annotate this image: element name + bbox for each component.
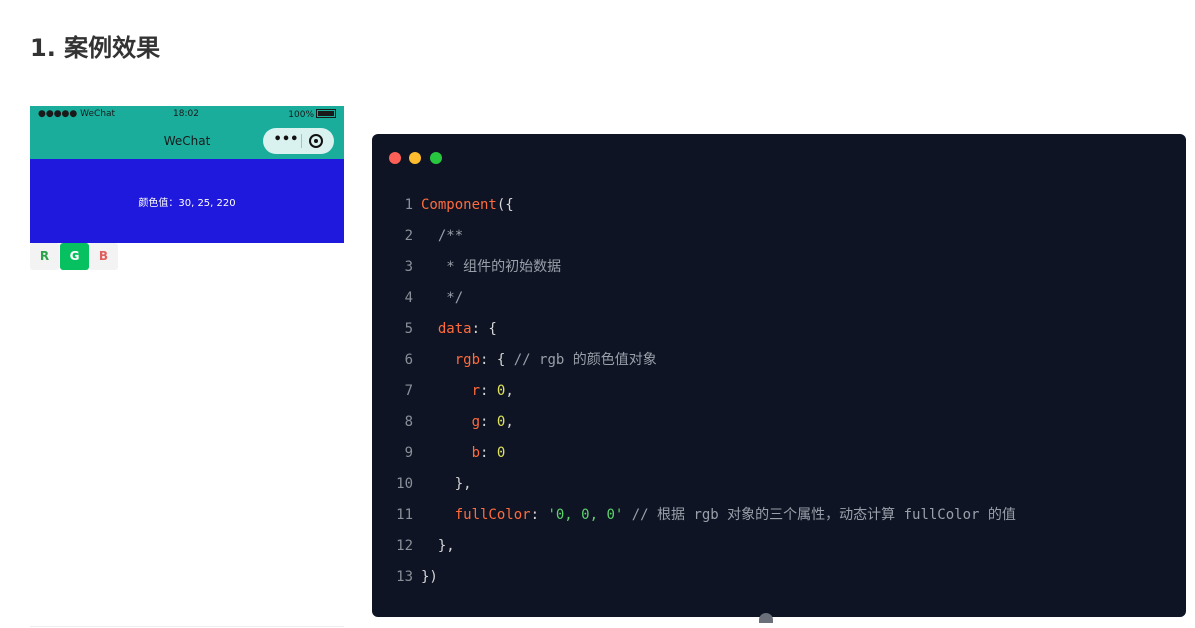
code-line: 10 },	[392, 473, 1016, 504]
line-number: 10	[396, 476, 413, 492]
page-title: 1. 案例效果	[30, 34, 161, 62]
phone-header: ●●●●● WeChat 18:02 100% WeChat •••	[30, 106, 344, 159]
code-token: rgb	[454, 352, 481, 368]
code-token: ,	[505, 383, 514, 399]
code-token: Component	[421, 197, 497, 213]
status-bar: ●●●●● WeChat 18:02 100%	[30, 106, 344, 124]
color-preview-box: 颜色值：30, 25, 220	[30, 159, 344, 243]
code-line: 11 fullColor: '0, 0, 0' // 根据 rgb 对象的三个属…	[392, 504, 1016, 535]
b-button[interactable]: B	[89, 243, 118, 270]
code-token: // rgb 的颜色值对象	[513, 352, 657, 368]
code-block: 1 Component({2 /** 3 * 组件的初始数据 4 */5 data: …	[392, 194, 1016, 597]
code-token: :	[480, 445, 497, 461]
r-button[interactable]: R	[30, 243, 59, 270]
code-line: 7 r: 0,	[392, 380, 1016, 411]
code-line: 5 data: {	[392, 318, 1016, 349]
code-token: :	[480, 414, 497, 430]
line-number: 3	[404, 259, 413, 275]
code-token: : {	[480, 352, 514, 368]
battery-percent: 100%	[288, 110, 314, 120]
line-number: 5	[404, 321, 413, 337]
code-line: 8 g: 0,	[392, 411, 1016, 442]
code-token: */	[421, 290, 464, 306]
code-token: g	[471, 414, 481, 430]
code-token: fullColor	[454, 507, 531, 523]
code-token: : {	[471, 321, 497, 337]
code-token: })	[421, 569, 438, 585]
code-token: ,	[505, 414, 514, 430]
line-number: 1	[404, 197, 413, 213]
scroll-indicator[interactable]	[759, 613, 773, 623]
color-value-text: 颜色值：30, 25, 220	[138, 198, 236, 209]
code-line: 6 rgb: { // rgb 的颜色值对象	[392, 349, 1016, 380]
code-line: 3 * 组件的初始数据	[392, 256, 1016, 287]
line-number: 4	[404, 290, 413, 306]
code-token: },	[421, 476, 472, 492]
g-button[interactable]: G	[60, 243, 89, 270]
code-token: /**	[421, 228, 464, 244]
line-number: 11	[396, 507, 413, 523]
code-line: 1 Component({	[392, 194, 1016, 225]
more-icon[interactable]: •••	[273, 132, 299, 148]
line-number: 9	[404, 445, 413, 461]
battery-status: 100%	[288, 109, 336, 120]
capsule-divider	[301, 134, 302, 148]
phone-preview: ●●●●● WeChat 18:02 100% WeChat ••• 颜色值：3…	[30, 106, 344, 627]
line-number: 8	[404, 414, 413, 430]
code-line: 12 },	[392, 535, 1016, 566]
code-line: 13})	[392, 566, 1016, 597]
code-token: 0	[496, 445, 506, 461]
battery-icon	[316, 109, 336, 118]
code-line: 2 /**	[392, 225, 1016, 256]
line-number: 13	[396, 569, 413, 585]
code-token: :	[480, 383, 497, 399]
carrier-signal: ●●●●● WeChat	[38, 109, 116, 119]
close-dot-icon	[389, 152, 401, 164]
line-number: 7	[404, 383, 413, 399]
code-token: ({	[496, 197, 514, 213]
line-number: 12	[396, 538, 413, 554]
code-token: data	[437, 321, 472, 337]
code-line: 9 b: 0	[392, 442, 1016, 473]
code-token: r	[471, 383, 481, 399]
line-number: 2	[404, 228, 413, 244]
code-token: :	[530, 507, 548, 523]
minimize-dot-icon	[409, 152, 421, 164]
code-token: '0, 0, 0'	[547, 507, 624, 523]
code-token: b	[471, 445, 481, 461]
maximize-dot-icon	[430, 152, 442, 164]
code-line: 4 */	[392, 287, 1016, 318]
close-mini-program-icon[interactable]	[309, 134, 323, 148]
line-number: 6	[404, 352, 413, 368]
code-token: // 根据 rgb 对象的三个属性，动态计算 fullColor 的值	[631, 507, 1016, 523]
code-window: 1 Component({2 /** 3 * 组件的初始数据 4 */5 data: …	[372, 134, 1186, 623]
menu-capsule: •••	[263, 128, 334, 154]
code-token: * 组件的初始数据	[421, 259, 562, 275]
code-token: },	[421, 538, 455, 554]
status-time: 18:02	[173, 109, 199, 119]
